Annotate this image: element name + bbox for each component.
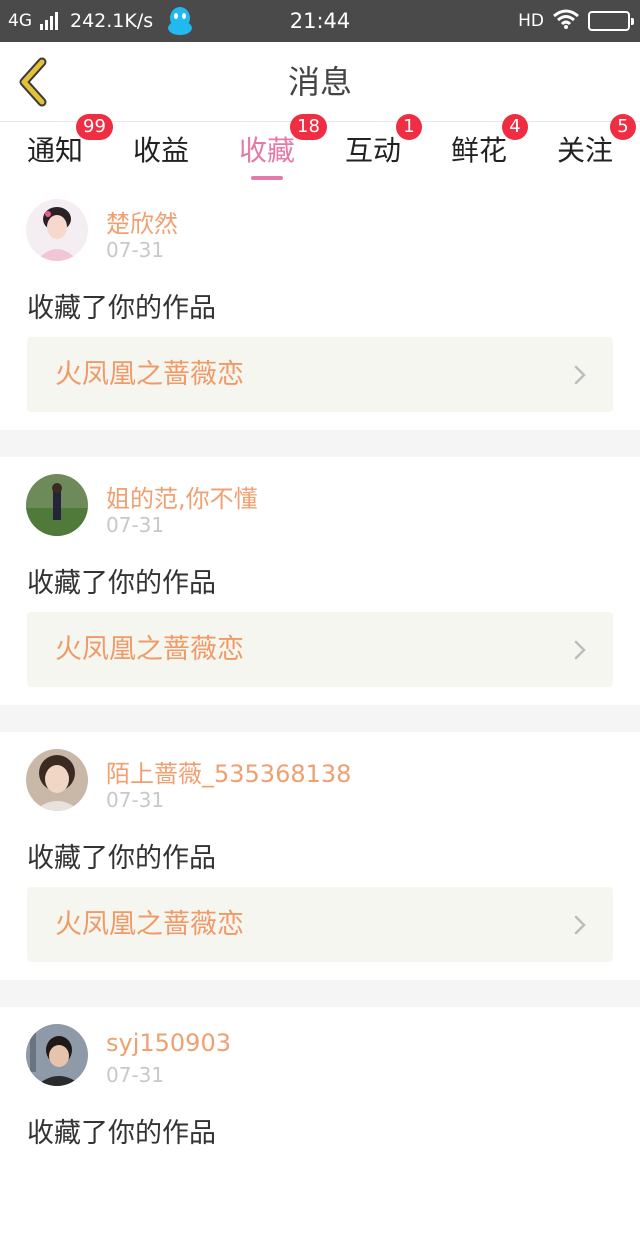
badge-count: 1 [396, 114, 422, 140]
chevron-right-icon [574, 365, 586, 385]
user-name[interactable]: syj150903 [106, 1029, 231, 1057]
avatar[interactable] [26, 474, 88, 536]
divider [0, 705, 640, 732]
tab-bar: 通知 99 收益 收藏 18 互动 1 鲜花 4 关注 5 [0, 114, 640, 182]
message-date: 07-31 [106, 238, 165, 262]
tab-favorites[interactable]: 收藏 18 [212, 114, 327, 182]
message-item: 姐的范,你不懂 07-31 收藏了你的作品 火凤凰之蔷薇恋 [0, 457, 640, 705]
hd-indicator: HD [518, 11, 544, 31]
work-link[interactable]: 火凤凰之蔷薇恋 [27, 337, 613, 412]
wifi-icon [552, 8, 580, 34]
divider [0, 430, 640, 457]
message-item: syj150903 07-31 收藏了你的作品 [0, 1007, 640, 1255]
avatar[interactable] [26, 749, 88, 811]
tab-interactions[interactable]: 互动 1 [318, 114, 428, 182]
user-name[interactable]: 楚欣然 [106, 204, 178, 239]
work-link[interactable]: 火凤凰之蔷薇恋 [27, 887, 613, 962]
status-right: HD [518, 0, 634, 42]
action-text: 收藏了你的作品 [27, 1118, 216, 1149]
user-name[interactable]: 陌上蔷薇_535368138 [106, 754, 351, 789]
action-text: 收藏了你的作品 [27, 568, 216, 599]
divider [0, 980, 640, 1007]
badge-count: 5 [610, 114, 636, 140]
chevron-right-icon [574, 915, 586, 935]
avatar[interactable] [26, 199, 88, 261]
message-date: 07-31 [106, 513, 165, 537]
work-title: 火凤凰之蔷薇恋 [55, 909, 244, 940]
tab-label: 收益 [132, 134, 189, 167]
page-title: 消息 [287, 63, 352, 101]
action-text: 收藏了你的作品 [27, 843, 216, 874]
message-list: 楚欣然 07-31 收藏了你的作品 火凤凰之蔷薇恋 姐的范,你不懂 07-31 … [0, 182, 640, 1255]
badge-count: 4 [502, 114, 528, 140]
work-title: 火凤凰之蔷薇恋 [55, 634, 244, 665]
avatar[interactable] [26, 1024, 88, 1086]
status-bar: 4G 242.1K/s 21:44 HD [0, 0, 640, 42]
action-text: 收藏了你的作品 [27, 293, 216, 324]
user-name[interactable]: 姐的范,你不懂 [106, 479, 258, 514]
nav-header: 消息 [0, 42, 640, 122]
chevron-right-icon [574, 640, 586, 660]
message-date: 07-31 [106, 788, 165, 812]
active-tab-indicator [251, 176, 283, 180]
message-item: 陌上蔷薇_535368138 07-31 收藏了你的作品 火凤凰之蔷薇恋 [0, 732, 640, 980]
tab-flowers[interactable]: 鲜花 4 [424, 114, 534, 182]
message-date: 07-31 [106, 1063, 165, 1087]
work-title: 火凤凰之蔷薇恋 [55, 359, 244, 390]
battery-icon [588, 11, 634, 31]
message-item: 楚欣然 07-31 收藏了你的作品 火凤凰之蔷薇恋 [0, 182, 640, 430]
tab-following[interactable]: 关注 5 [530, 114, 640, 182]
work-link[interactable]: 火凤凰之蔷薇恋 [27, 612, 613, 687]
tab-notifications[interactable]: 通知 99 [0, 114, 113, 182]
tab-earnings[interactable]: 收益 [106, 122, 216, 182]
